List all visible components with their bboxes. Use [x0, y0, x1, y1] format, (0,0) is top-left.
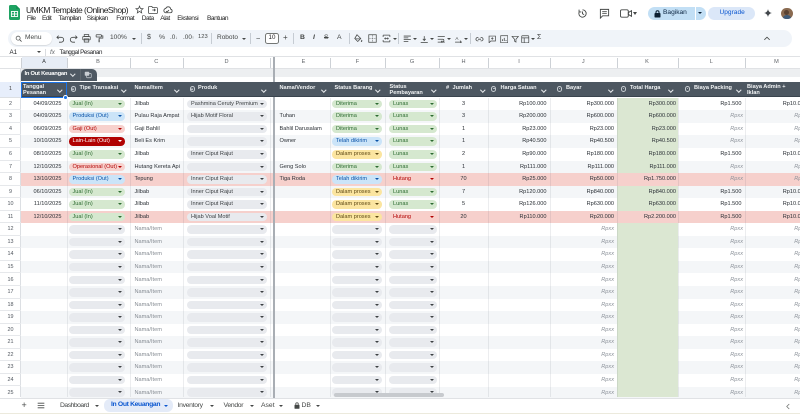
svg-text:A: A: [455, 35, 459, 40]
